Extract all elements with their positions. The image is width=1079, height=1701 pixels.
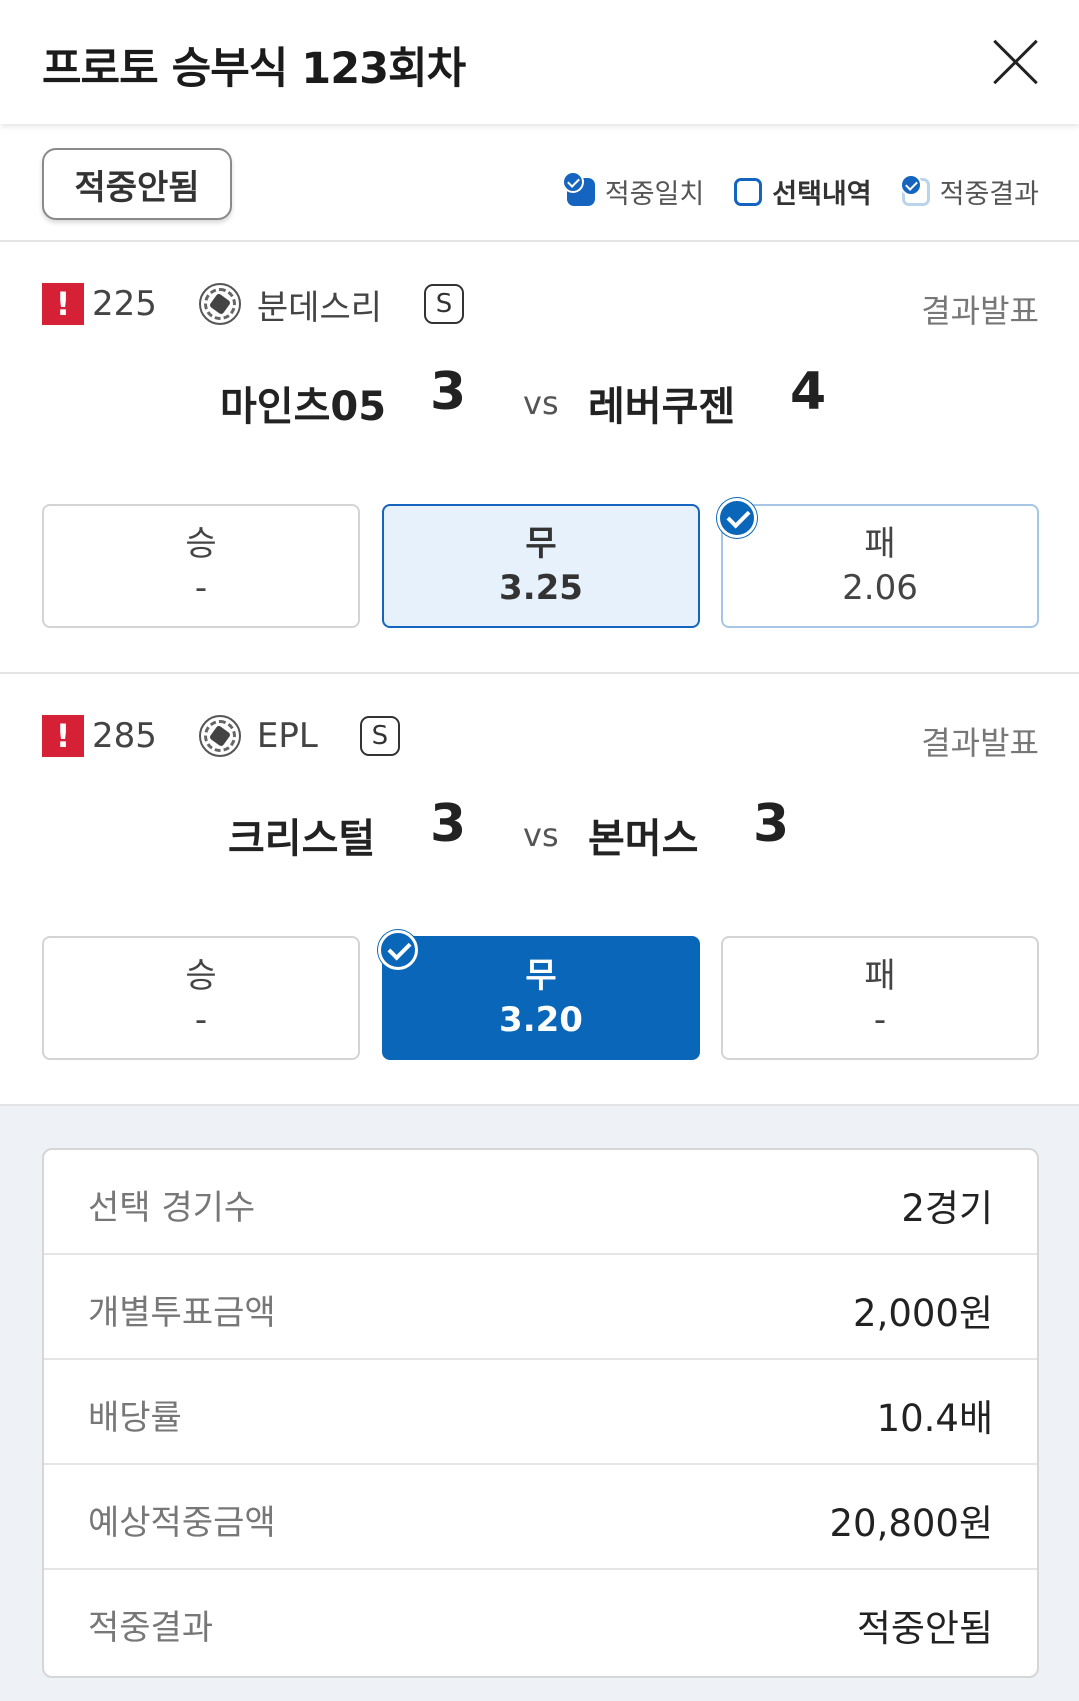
game-number: 285 <box>92 716 157 756</box>
option-label: 승 <box>185 524 217 564</box>
away-score: 3 <box>753 794 790 854</box>
summary-row: 적중결과 적중안됨 <box>44 1570 1037 1675</box>
option-win[interactable]: 승 - <box>42 504 360 628</box>
legend-label: 선택내역 <box>772 179 872 210</box>
option-odds: - <box>194 568 208 608</box>
summary-key: 예상적중금액 <box>88 1503 276 1543</box>
outline-box-icon <box>734 177 763 206</box>
legend-item-selection: 선택내역 <box>734 172 872 211</box>
check-icon <box>378 930 418 970</box>
home-team: 마인츠05 <box>220 384 387 430</box>
away-score: 4 <box>790 362 827 422</box>
vs-label: vs <box>523 384 559 422</box>
option-lose[interactable]: 패 - <box>721 936 1039 1060</box>
alert-icon: ! <box>42 283 84 325</box>
legend-label: 적중일치 <box>604 179 705 210</box>
option-label: 무 <box>525 524 557 564</box>
filled-check-box-icon <box>561 170 595 206</box>
league-name: EPL <box>256 716 318 756</box>
summary-key: 적중결과 <box>88 1608 214 1648</box>
game-card: ! 285 EPL S 결과발표 크리스털 3 vs 본머스 3 승 - 무 3… <box>0 674 1079 1106</box>
legend-item-hit-match: 적중일치 <box>561 170 705 211</box>
summary-key: 선택 경기수 <box>88 1188 256 1228</box>
option-win[interactable]: 승 - <box>42 936 360 1060</box>
result-announced-label: 결과발표 <box>921 292 1039 330</box>
summary-key: 배당률 <box>88 1398 182 1438</box>
option-draw[interactable]: 무 3.25 <box>382 504 700 628</box>
option-lose[interactable]: 패 2.06 <box>717 498 1039 628</box>
option-draw[interactable]: 무 3.20 <box>378 930 700 1060</box>
s-badge: S <box>424 284 465 324</box>
summary-value: 적중안됨 <box>856 1607 993 1650</box>
status-row: 적중안됨 적중일치 선택내역 적중결과 <box>0 124 1079 242</box>
soccer-ball-icon <box>198 283 241 325</box>
result-check-box-icon <box>899 173 930 206</box>
legend: 적중일치 선택내역 적중결과 <box>561 170 1039 211</box>
status-badge: 적중안됨 <box>42 148 232 220</box>
option-odds: - <box>873 1000 887 1040</box>
game-meta: ! 285 EPL S <box>42 714 400 758</box>
soccer-ball-icon <box>198 715 241 757</box>
alert-icon: ! <box>42 715 84 757</box>
page-title: 프로토 승부식 123회차 <box>42 44 466 94</box>
s-badge: S <box>359 716 400 756</box>
game-number: 225 <box>92 284 157 324</box>
summary-value: 2경기 <box>901 1187 993 1230</box>
legend-label: 적중결과 <box>939 179 1039 210</box>
close-icon[interactable] <box>989 36 1041 88</box>
option-label: 승 <box>185 956 217 996</box>
vs-label: vs <box>523 816 559 854</box>
home-score: 3 <box>430 362 467 422</box>
option-odds: - <box>194 1000 208 1040</box>
option-odds: 3.25 <box>499 568 583 608</box>
option-label: 무 <box>525 956 557 996</box>
score-row: 크리스털 3 vs 본머스 3 <box>0 794 1079 864</box>
away-team: 레버쿠젠 <box>588 384 736 430</box>
summary-table: 선택 경기수 2경기 개별투표금액 2,000원 배당률 10.4배 예상적중금… <box>42 1148 1039 1678</box>
odds-options: 승 - 무 3.25 패 2.06 <box>42 498 1039 628</box>
odds-options: 승 - 무 3.20 패 - <box>42 930 1039 1060</box>
check-icon <box>717 498 757 538</box>
summary-value: 20,800원 <box>829 1502 993 1545</box>
summary-row: 배당률 10.4배 <box>44 1360 1037 1465</box>
home-team: 크리스털 <box>228 816 376 862</box>
game-card: ! 225 분데스리 S 결과발표 마인츠05 3 vs 레버쿠젠 4 승 - … <box>0 242 1079 674</box>
home-score: 3 <box>430 794 467 854</box>
option-label: 패 <box>864 956 896 996</box>
league-name: 분데스리 <box>256 287 383 328</box>
legend-item-result: 적중결과 <box>899 172 1039 211</box>
score-row: 마인츠05 3 vs 레버쿠젠 4 <box>0 362 1079 432</box>
summary-row: 예상적중금액 20,800원 <box>44 1465 1037 1570</box>
option-label: 패 <box>864 524 896 564</box>
option-odds: 2.06 <box>842 568 918 608</box>
summary-key: 개별투표금액 <box>88 1293 276 1333</box>
game-meta: ! 225 분데스리 S <box>42 282 465 328</box>
summary-value: 2,000원 <box>853 1292 993 1335</box>
header: 프로토 승부식 123회차 <box>0 0 1079 124</box>
result-announced-label: 결과발표 <box>921 724 1039 762</box>
away-team: 본머스 <box>588 816 699 862</box>
summary-row: 개별투표금액 2,000원 <box>44 1255 1037 1360</box>
summary-value: 10.4배 <box>876 1397 993 1440</box>
summary-row: 선택 경기수 2경기 <box>44 1150 1037 1255</box>
option-odds: 3.20 <box>499 1000 583 1040</box>
